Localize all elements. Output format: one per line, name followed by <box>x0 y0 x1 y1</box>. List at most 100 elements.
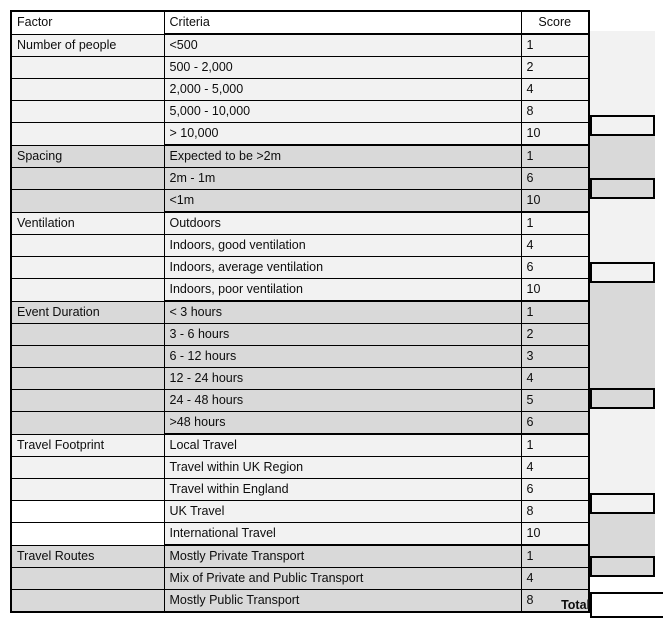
header-row: Factor Criteria Score <box>10 10 590 35</box>
cell-criteria: Indoors, good ventilation <box>163 234 522 257</box>
score-entry-filler <box>590 367 655 388</box>
table-row: Event Duration < 3 hours 1 <box>10 300 590 324</box>
cell-score: 4 <box>520 367 590 390</box>
table-row: Spacing Expected to be >2m 1 <box>10 144 590 168</box>
cell-criteria: UK Travel <box>163 500 522 523</box>
cell-factor <box>10 411 165 435</box>
cell-score: 10 <box>520 189 590 213</box>
cell-criteria: Travel within England <box>163 478 522 501</box>
table-row: 3 - 6 hours 2 <box>10 323 590 346</box>
score-entry-box[interactable] <box>590 388 655 409</box>
cell-criteria: 6 - 12 hours <box>163 345 522 368</box>
column-header-score: Score <box>520 10 590 35</box>
score-entry-box[interactable] <box>590 115 655 136</box>
cell-criteria: 12 - 24 hours <box>163 367 522 390</box>
table-row: Number of people <500 1 <box>10 33 590 57</box>
cell-score: 5 <box>520 389 590 412</box>
cell-factor <box>10 367 165 390</box>
score-entry-filler <box>590 31 655 52</box>
table-row: > 10,000 10 <box>10 122 590 146</box>
cell-factor <box>10 456 165 479</box>
score-entry-filler <box>590 241 655 262</box>
cell-score: 6 <box>520 256 590 279</box>
total-score-input[interactable] <box>590 592 663 618</box>
cell-score: 8 <box>520 500 590 523</box>
score-entry-filler <box>590 94 655 115</box>
cell-factor <box>10 234 165 257</box>
score-entry-filler <box>590 430 655 451</box>
score-entry-filler <box>590 220 655 241</box>
cell-score: 4 <box>520 567 590 590</box>
table-header: Factor Criteria Score <box>10 10 590 35</box>
score-entry-filler <box>590 304 655 325</box>
table-row: Indoors, good ventilation 4 <box>10 234 590 257</box>
cell-criteria: 5,000 - 10,000 <box>163 100 522 123</box>
cell-criteria: <1m <box>163 189 522 213</box>
cell-criteria: Mix of Private and Public Transport <box>163 567 522 590</box>
score-entry-filler <box>590 73 655 94</box>
score-entry-box[interactable] <box>590 262 655 283</box>
score-entry-filler <box>590 283 655 304</box>
cell-score: 4 <box>520 456 590 479</box>
score-entry-filler <box>590 514 655 535</box>
cell-factor <box>10 478 165 501</box>
score-entry-column <box>590 31 655 577</box>
score-entry-filler <box>590 136 655 157</box>
cell-factor <box>10 345 165 368</box>
score-entry-filler <box>590 157 655 178</box>
cell-score: 2 <box>520 323 590 346</box>
cell-factor <box>10 78 165 101</box>
risk-scoring-table: Factor Criteria Score Number of people <5… <box>10 10 590 613</box>
table-row: 5,000 - 10,000 8 <box>10 100 590 123</box>
cell-criteria: 2,000 - 5,000 <box>163 78 522 101</box>
cell-score: 6 <box>520 478 590 501</box>
cell-factor <box>10 567 165 590</box>
cell-factor <box>10 189 165 213</box>
cell-score: 1 <box>520 544 590 568</box>
column-header-criteria: Criteria <box>163 10 522 35</box>
table-row: 12 - 24 hours 4 <box>10 367 590 390</box>
cell-criteria: International Travel <box>163 522 522 546</box>
table-row: 24 - 48 hours 5 <box>10 389 590 412</box>
table-row: Travel Footprint Local Travel 1 <box>10 433 590 457</box>
score-entry-filler <box>590 52 655 73</box>
table-row: Mix of Private and Public Transport 4 <box>10 567 590 590</box>
cell-factor <box>10 500 165 523</box>
cell-criteria: 500 - 2,000 <box>163 56 522 79</box>
table-row: Ventilation Outdoors 1 <box>10 211 590 235</box>
cell-criteria: Travel within UK Region <box>163 456 522 479</box>
cell-factor: Ventilation <box>10 211 165 235</box>
cell-score: 10 <box>520 122 590 146</box>
cell-factor <box>10 278 165 302</box>
cell-score: 1 <box>520 433 590 457</box>
cell-score: 3 <box>520 345 590 368</box>
cell-criteria: Outdoors <box>163 211 522 235</box>
cell-score: 1 <box>520 144 590 168</box>
column-header-factor: Factor <box>10 10 165 35</box>
score-entry-filler <box>590 199 655 220</box>
cell-score: 4 <box>520 78 590 101</box>
cell-score: 1 <box>520 211 590 235</box>
score-entry-filler <box>590 451 655 472</box>
cell-factor <box>10 389 165 412</box>
cell-factor <box>10 56 165 79</box>
cell-criteria: Indoors, poor ventilation <box>163 278 522 302</box>
total-row: Total <box>10 592 663 618</box>
cell-criteria: 24 - 48 hours <box>163 389 522 412</box>
cell-factor <box>10 167 165 190</box>
score-entry-filler <box>590 409 655 430</box>
cell-score: 4 <box>520 234 590 257</box>
cell-score: 1 <box>520 300 590 324</box>
table-row: 2,000 - 5,000 4 <box>10 78 590 101</box>
score-entry-box[interactable] <box>590 493 655 514</box>
table-row: 500 - 2,000 2 <box>10 56 590 79</box>
cell-factor <box>10 122 165 146</box>
cell-score: 10 <box>520 278 590 302</box>
cell-factor: Travel Routes <box>10 544 165 568</box>
cell-factor <box>10 100 165 123</box>
score-entry-filler <box>590 472 655 493</box>
cell-score: 6 <box>520 411 590 435</box>
cell-score: 10 <box>520 522 590 546</box>
score-entry-box[interactable] <box>590 178 655 199</box>
score-entry-box[interactable] <box>590 556 655 577</box>
